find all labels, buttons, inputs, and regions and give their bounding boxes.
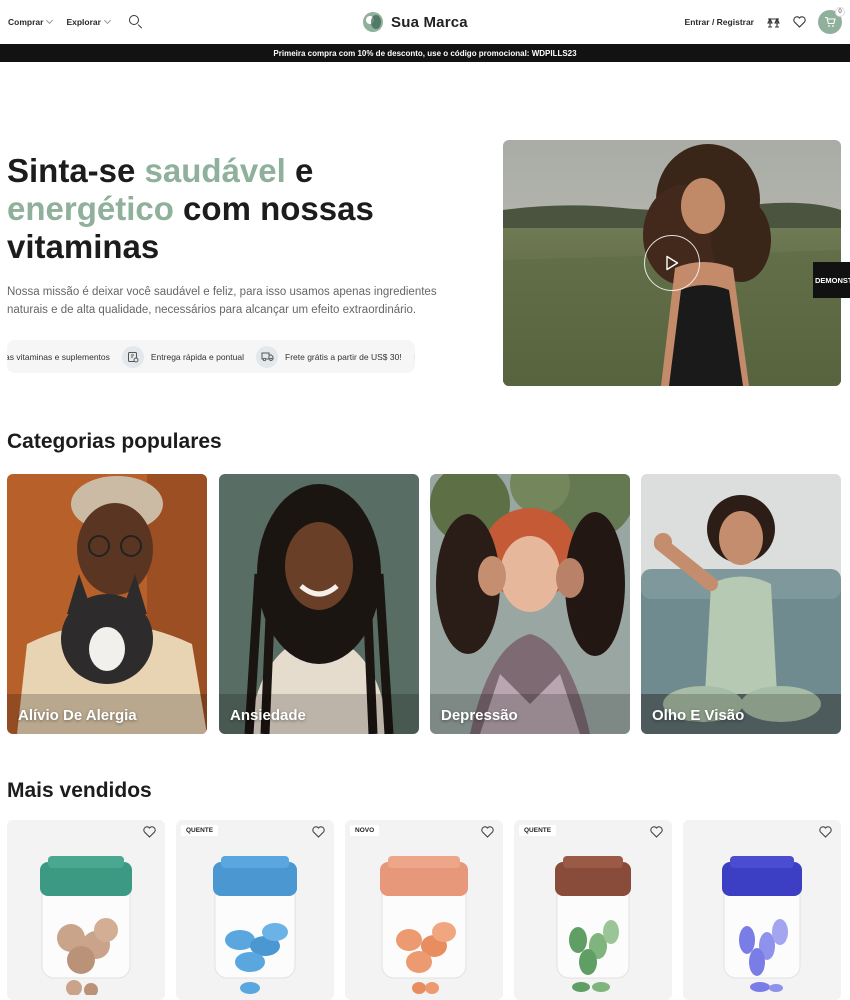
heart-icon[interactable] — [650, 825, 664, 839]
category-label: Ansiedade — [230, 707, 306, 724]
nav-shop-label: Comprar — [8, 17, 44, 27]
hero-video[interactable] — [503, 140, 841, 386]
brand-logo-icon — [363, 12, 383, 32]
bestsellers-title: Mais vendidos — [7, 779, 152, 802]
nav-explore-label: Explorar — [66, 17, 101, 27]
heart-icon[interactable] — [143, 825, 157, 839]
hero-title-accent: saudável — [144, 152, 286, 189]
product-card[interactable]: QUENTE — [514, 820, 672, 1000]
category-image — [430, 474, 630, 734]
feature-label: Frete grátis a partir de US$ 30! — [285, 351, 402, 362]
promo-banner: Primeira compra com 10% de desconto, use… — [0, 44, 850, 62]
compare-icon[interactable] — [766, 15, 780, 29]
play-video-button[interactable] — [644, 235, 700, 291]
feature-item: as vitaminas e suplementos — [7, 352, 110, 362]
feature-item — [413, 345, 415, 368]
category-card[interactable]: Alívio De Alergia — [7, 474, 207, 734]
category-image — [219, 474, 419, 734]
category-image — [7, 474, 207, 734]
features-marquee: as vitaminas e suplementos Entrega rápid… — [7, 340, 415, 373]
hero-title: Sinta-se saudável e energético com nossa… — [7, 152, 447, 266]
main-nav: Comprar Explorar — [8, 0, 144, 44]
chevron-down-icon — [103, 16, 111, 25]
feature-item: Entrega rápida e pontual — [121, 345, 244, 368]
feature-label: as vitaminas e suplementos — [7, 351, 110, 362]
leaf-icon — [413, 345, 415, 368]
hero-title-part: Sinta-se — [7, 152, 145, 189]
product-jar-image — [40, 856, 132, 995]
category-label: Alívio De Alergia — [18, 707, 137, 724]
feature-item: Frete grátis a partir de US$ 30! — [256, 345, 402, 368]
product-card[interactable]: NOVO — [345, 820, 503, 1000]
product-badge: QUENTE — [181, 825, 219, 836]
product-badge: NOVO — [350, 825, 380, 836]
search-icon[interactable] — [128, 14, 144, 30]
category-label: Depressão — [441, 707, 518, 724]
brand-name: Sua Marca — [391, 13, 468, 31]
nav-explore[interactable]: Explorar — [66, 16, 111, 27]
cart-count-badge: 0 — [835, 7, 845, 17]
product-jar-image — [213, 856, 297, 994]
heart-icon[interactable] — [819, 825, 833, 839]
product-jar-image — [722, 856, 802, 992]
truck-icon — [256, 345, 278, 368]
category-image — [641, 474, 841, 734]
demo-side-tab[interactable]: DEMONSTRAÇÃO — [813, 262, 850, 298]
categories-title: Categorias populares — [7, 430, 222, 453]
category-card[interactable]: Depressão — [430, 474, 630, 734]
login-register-link[interactable]: Entrar / Registrar — [685, 17, 754, 27]
header-actions: Entrar / Registrar 0 — [685, 0, 845, 44]
product-card[interactable] — [7, 820, 165, 1000]
feature-label: Entrega rápida e pontual — [150, 351, 244, 362]
cart-button[interactable]: 0 — [818, 7, 845, 34]
heart-icon[interactable] — [481, 825, 495, 839]
brand-logo-link[interactable]: Sua Marca — [363, 11, 468, 33]
hero-title-accent: energético — [7, 190, 174, 227]
nav-shop[interactable]: Comprar — [8, 16, 54, 27]
heart-icon[interactable] — [312, 825, 326, 839]
product-card[interactable] — [683, 820, 841, 1000]
wishlist-heart-icon[interactable] — [792, 15, 806, 29]
product-card[interactable]: QUENTE — [176, 820, 334, 1000]
chevron-down-icon — [46, 16, 54, 25]
product-jar-image — [555, 856, 631, 992]
promo-text: Primeira compra com 10% de desconto, use… — [273, 48, 577, 58]
demo-tab-label: DEMONSTRAÇÃO — [815, 275, 850, 285]
hero-title-part: e — [285, 152, 314, 189]
category-card[interactable]: Olho E Visão — [641, 474, 841, 734]
category-card[interactable]: Ansiedade — [219, 474, 419, 734]
delivery-box-icon — [121, 345, 144, 368]
hero-description: Nossa missão é deixar você saudável e fe… — [7, 286, 437, 316]
product-jar-image — [380, 856, 468, 994]
category-label: Olho E Visão — [652, 707, 745, 724]
play-icon — [666, 255, 679, 271]
product-badge: QUENTE — [519, 825, 557, 836]
site-header: Comprar Explorar Sua Marca Entrar / Regi… — [0, 0, 850, 44]
cart-icon — [825, 16, 836, 27]
